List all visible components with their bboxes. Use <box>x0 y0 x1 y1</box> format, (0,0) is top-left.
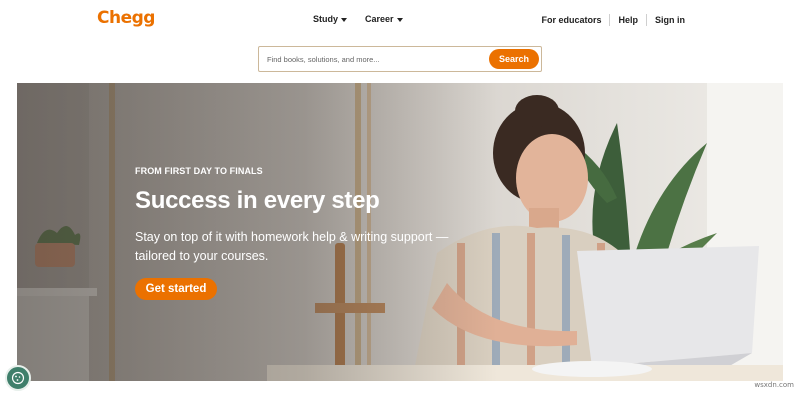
help-link[interactable]: Help <box>610 15 646 25</box>
nav-study-label: Study <box>313 14 339 24</box>
nav-study[interactable]: Study <box>313 14 348 24</box>
cookie-settings-icon <box>11 371 25 385</box>
hero-headline: Success in every step <box>135 187 380 214</box>
chevron-down-icon <box>396 17 403 22</box>
nav-career-label: Career <box>365 14 394 24</box>
chevron-down-icon <box>341 17 348 22</box>
hero-eyebrow: FROM FIRST DAY TO FINALS <box>135 166 263 176</box>
nav-career[interactable]: Career <box>365 14 403 24</box>
chegg-logo[interactable]: Chegg <box>97 8 155 28</box>
cookie-settings-button[interactable] <box>5 365 31 391</box>
hero-banner: FROM FIRST DAY TO FINALS Success in ever… <box>17 83 783 381</box>
search-bar: Search <box>258 46 542 72</box>
search-input[interactable] <box>259 47 487 71</box>
for-educators-link[interactable]: For educators <box>533 15 609 25</box>
search-button[interactable]: Search <box>489 49 539 69</box>
get-started-button[interactable]: Get started <box>135 278 217 300</box>
primary-nav: Study Career <box>313 14 403 24</box>
sign-in-link[interactable]: Sign in <box>647 15 693 25</box>
watermark-text: wsxdn.com <box>754 381 794 389</box>
hero-subtext: Stay on top of it with homework help & w… <box>135 230 449 263</box>
secondary-nav: For educators Help Sign in <box>533 14 693 26</box>
